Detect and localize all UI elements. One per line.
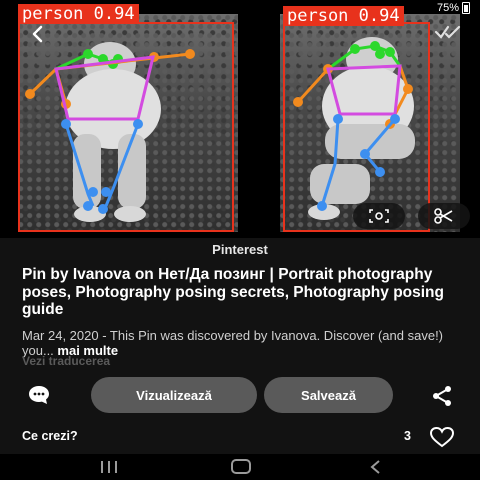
heart-icon[interactable] [428,426,456,448]
battery-level: 75% [436,2,459,14]
visual-search-button[interactable] [353,203,405,229]
pin-info-panel: Pinterest Pin by Ivanova on Нет/Да позин… [0,238,480,454]
detection-label-left: person 0.94 [18,4,139,24]
recent-apps-icon[interactable] [99,460,119,474]
system-nav-bar [0,454,480,480]
visual-search-icon [369,209,389,223]
like-count: 3 [404,429,411,443]
pin-image[interactable]: person 0.94 person 0.94 75% [0,0,480,238]
battery-icon [462,2,470,14]
pin-photo-left [18,14,238,232]
comment-row: Ce crezi? 3 [0,426,480,448]
back-icon[interactable] [368,459,382,475]
scissors-icon [434,208,453,224]
home-icon[interactable] [231,459,251,474]
pin-photo-right [280,14,460,232]
crop-button[interactable] [418,203,470,229]
detection-box-left [18,22,234,232]
pin-title: Pin by Ivanova on Нет/Да позинг | Portra… [22,266,444,318]
status-bar: 75% [437,2,470,14]
detection-label-right: person 0.94 [283,6,404,26]
pin-source[interactable]: Pinterest [0,242,480,257]
checkmarks-icon[interactable] [434,22,462,42]
action-bar: Vizualizează Salvează [0,377,480,413]
comment-prompt[interactable]: Ce crezi? [22,429,78,443]
view-button[interactable]: Vizualizează [91,377,257,413]
share-icon[interactable] [430,384,454,408]
detection-box-right [283,22,430,232]
save-button[interactable]: Salvează [264,377,393,413]
chevron-left-icon[interactable] [26,22,50,46]
comment-icon[interactable] [26,383,52,407]
translate-link[interactable]: Vezi traducerea [22,354,110,368]
